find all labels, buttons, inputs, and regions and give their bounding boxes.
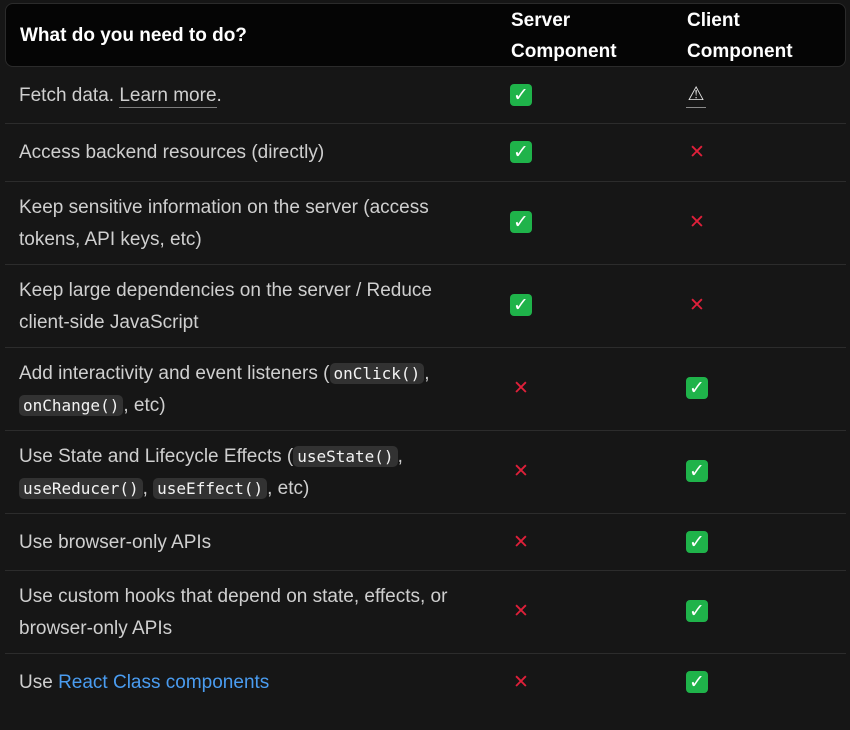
row-text-suffix: , etc)	[123, 394, 166, 416]
code-usestate: useState()	[293, 446, 398, 467]
row-description: Keep sensitive information on the server…	[19, 197, 429, 250]
check-icon: ✓	[510, 141, 532, 163]
row-description: Use State and Lifecycle Effects (useStat…	[19, 441, 484, 504]
check-icon: ✓	[686, 600, 708, 622]
cross-icon: ✕	[513, 460, 529, 482]
react-class-components-link[interactable]: React Class components	[58, 672, 269, 693]
column-header-server-line2: Component	[511, 41, 617, 62]
table-row: Use browser-only APIs ✕ ✓	[5, 514, 846, 571]
cross-icon: ✕	[513, 531, 529, 553]
row-text-separator: ,	[142, 477, 154, 499]
table-row: Add interactivity and event listeners (o…	[5, 348, 846, 431]
cross-icon: ✕	[513, 671, 529, 693]
row-description: Use React Class components	[19, 667, 484, 699]
column-header-client: Client Component	[687, 5, 793, 67]
row-text: Fetch data.	[19, 85, 120, 106]
check-icon: ✓	[510, 294, 532, 316]
cross-icon: ✕	[513, 600, 529, 622]
table-row: Access backend resources (directly) ✓ ✕	[5, 124, 846, 182]
check-icon: ✓	[510, 211, 532, 233]
row-text-separator: ,	[397, 446, 403, 467]
check-icon: ✓	[686, 460, 708, 482]
row-text-suffix: , etc)	[267, 477, 310, 499]
table-row: Use React Class components ✕ ✓	[5, 654, 846, 711]
check-icon: ✓	[686, 377, 708, 399]
code-usereducer: useReducer()	[19, 477, 143, 499]
learn-more-link[interactable]: Learn more	[119, 85, 217, 108]
cross-icon: ✕	[513, 377, 529, 399]
column-header-task: What do you need to do?	[20, 25, 247, 46]
table-row: Keep large dependencies on the server / …	[5, 265, 846, 348]
row-text-separator: ,	[424, 363, 430, 384]
column-header-server-line1: Server	[511, 10, 571, 31]
code-onchange: onChange()	[19, 394, 124, 416]
cross-icon: ✕	[689, 294, 705, 316]
table-row: Use custom hooks that depend on state, e…	[5, 571, 846, 654]
check-icon: ✓	[686, 531, 708, 553]
row-text: Add interactivity and event listeners (	[19, 363, 330, 384]
row-description: Use browser-only APIs	[19, 532, 212, 553]
table-row: Fetch data. Learn more. ✓ ⚠	[5, 67, 846, 124]
column-header-server: Server Component	[511, 5, 617, 67]
row-description: Keep large dependencies on the server / …	[19, 280, 432, 333]
check-icon: ✓	[510, 84, 532, 106]
table-header: What do you need to do? Server Component…	[5, 3, 846, 67]
table-row: Use State and Lifecycle Effects (useStat…	[5, 431, 846, 514]
table-row: Keep sensitive information on the server…	[5, 182, 846, 265]
warning-icon[interactable]: ⚠	[686, 83, 706, 108]
row-description: Add interactivity and event listeners (o…	[19, 358, 484, 421]
row-description: Access backend resources (directly)	[19, 142, 325, 163]
column-header-client-line1: Client	[687, 10, 740, 31]
cross-icon: ✕	[689, 211, 705, 233]
cross-icon: ✕	[689, 141, 705, 163]
row-text: Use	[19, 672, 59, 693]
code-onclick: onClick()	[329, 363, 425, 384]
row-description: Use custom hooks that depend on state, e…	[19, 586, 448, 639]
code-useeffect: useEffect()	[153, 477, 268, 499]
row-text-suffix: .	[216, 85, 222, 106]
row-description: Fetch data. Learn more.	[19, 80, 484, 112]
comparison-table: What do you need to do? Server Component…	[5, 3, 846, 711]
row-text: Use State and Lifecycle Effects (	[19, 446, 294, 467]
column-header-client-line2: Component	[687, 41, 793, 62]
check-icon: ✓	[686, 671, 708, 693]
